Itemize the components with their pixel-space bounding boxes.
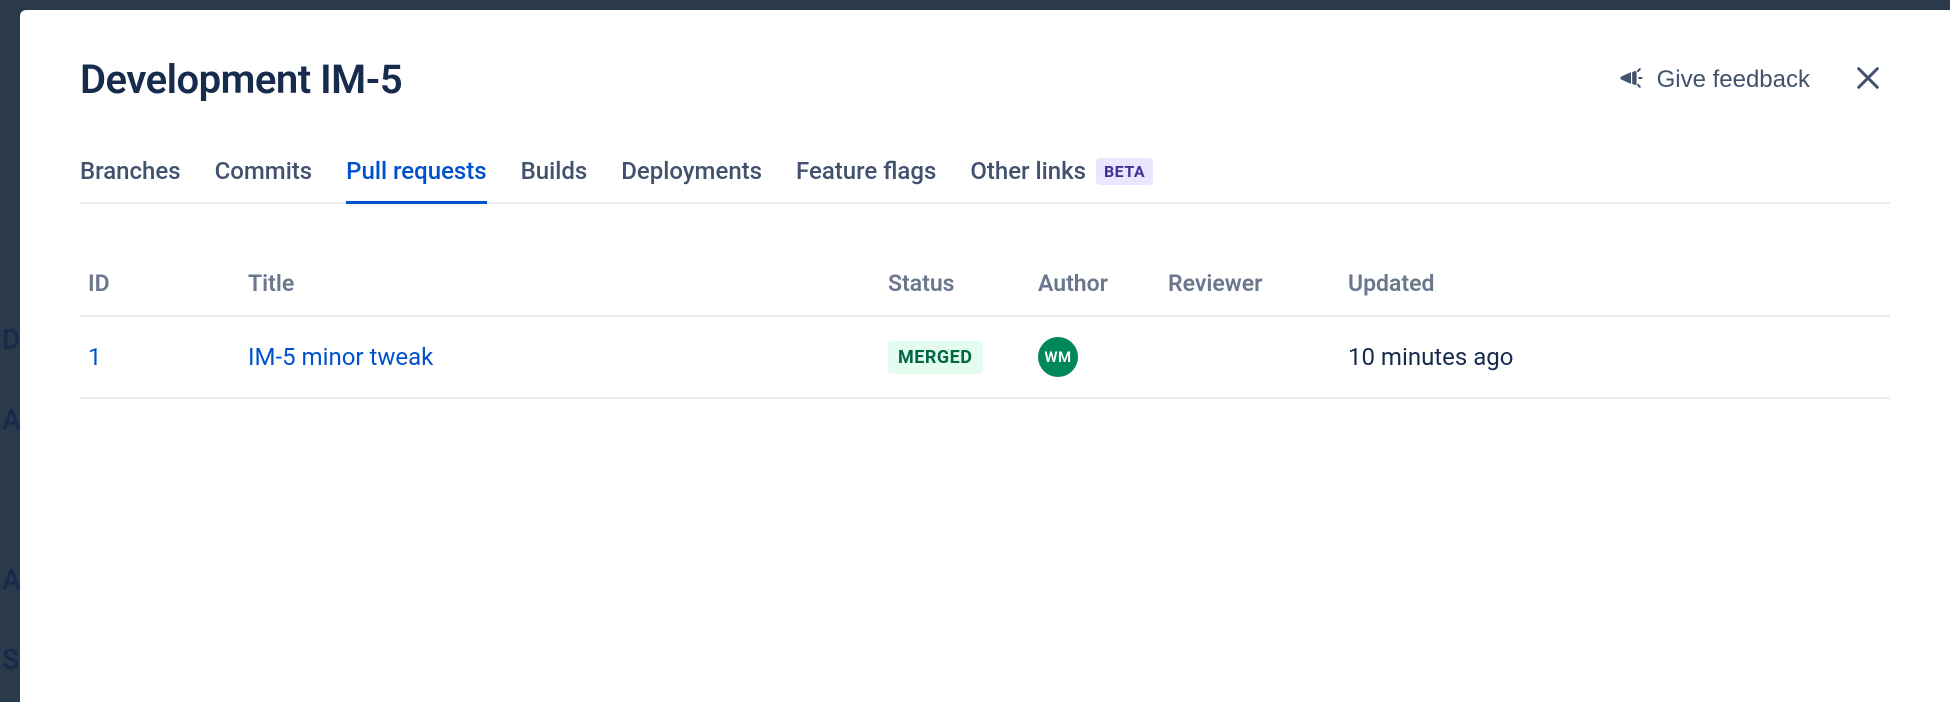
tab-label: Feature flags: [796, 157, 936, 185]
megaphone-icon: [1617, 64, 1645, 95]
tab-label: Commits: [215, 157, 313, 185]
background-content: DAAS: [0, 300, 21, 700]
close-button[interactable]: [1846, 56, 1890, 103]
pr-id-link[interactable]: 1: [88, 343, 102, 371]
tab-label: Other links: [970, 157, 1086, 185]
column-header-reviewer[interactable]: Reviewer: [1160, 258, 1340, 316]
tab-other-links[interactable]: Other links BETA: [970, 157, 1153, 204]
updated-time: 10 minutes ago: [1348, 343, 1513, 371]
column-header-author[interactable]: Author: [1030, 258, 1160, 316]
tab-label: Builds: [521, 157, 588, 185]
tab-commits[interactable]: Commits: [215, 157, 313, 204]
header-actions: Give feedback: [1609, 56, 1890, 103]
give-feedback-label: Give feedback: [1657, 66, 1810, 94]
tabs-nav: Branches Commits Pull requests Builds De…: [80, 157, 1890, 204]
column-header-updated[interactable]: Updated: [1340, 258, 1890, 316]
beta-badge: BETA: [1096, 158, 1153, 185]
tab-branches[interactable]: Branches: [80, 157, 181, 204]
tab-label: Branches: [80, 157, 181, 185]
column-header-status[interactable]: Status: [880, 258, 1030, 316]
development-modal: Development IM-5 Give feedback: [20, 10, 1950, 702]
tab-label: Pull requests: [346, 157, 486, 185]
close-icon: [1852, 62, 1884, 97]
pull-requests-table: ID Title Status Author Reviewer Updated …: [80, 258, 1890, 399]
tab-builds[interactable]: Builds: [521, 157, 588, 204]
table-header-row: ID Title Status Author Reviewer Updated: [80, 258, 1890, 316]
status-badge: MERGED: [888, 341, 983, 374]
column-header-id[interactable]: ID: [80, 258, 240, 316]
tab-deployments[interactable]: Deployments: [621, 157, 762, 204]
modal-title: Development IM-5: [80, 56, 402, 103]
tab-pull-requests[interactable]: Pull requests: [346, 157, 486, 204]
tab-label: Deployments: [621, 157, 762, 185]
column-header-title[interactable]: Title: [240, 258, 880, 316]
modal-header: Development IM-5 Give feedback: [80, 56, 1890, 103]
author-avatar[interactable]: WM: [1038, 337, 1078, 377]
pr-title-link[interactable]: IM-5 minor tweak: [248, 343, 433, 371]
tab-feature-flags[interactable]: Feature flags: [796, 157, 936, 204]
table-row: 1 IM-5 minor tweak MERGED WM 10 minutes …: [80, 316, 1890, 398]
give-feedback-button[interactable]: Give feedback: [1609, 58, 1818, 101]
